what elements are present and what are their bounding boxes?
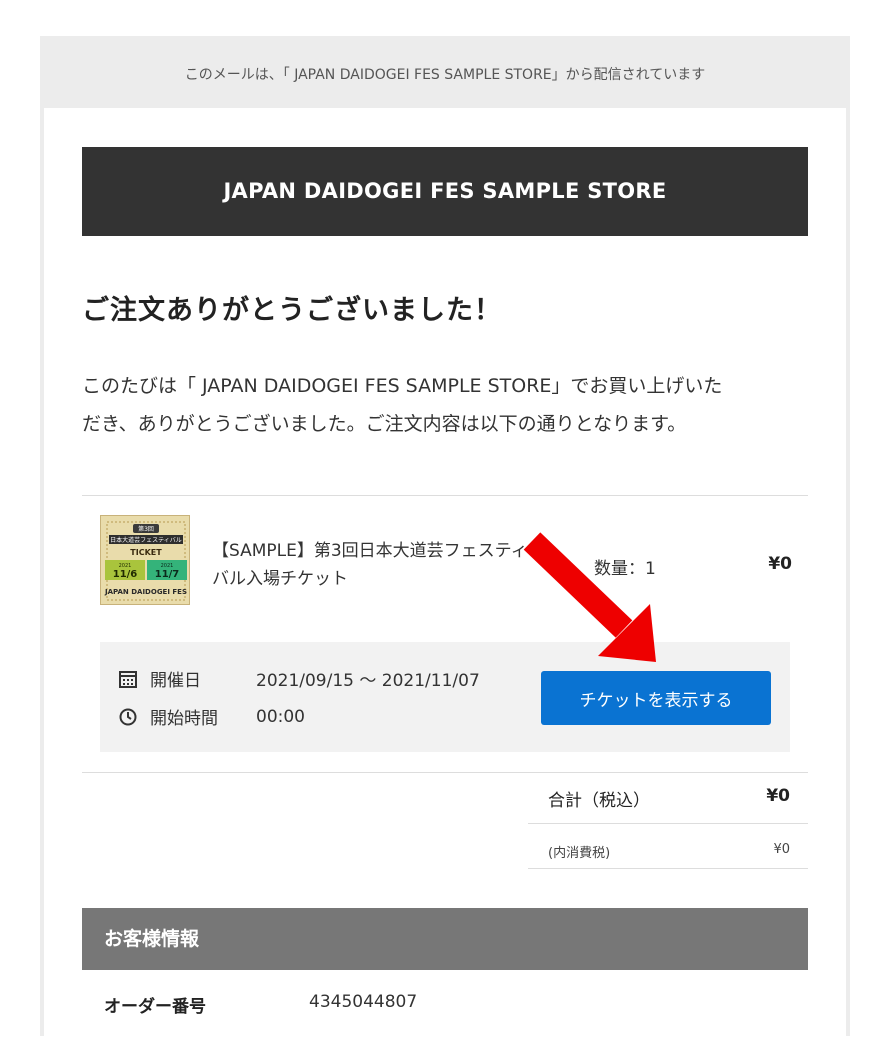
event-info-box: 開催日 2021/09/15 〜 2021/11/07 開始時間 00:00 チ… (100, 642, 790, 752)
event-time-row: 開始時間 00:00 (118, 704, 305, 729)
image-ticket-text: TICKET (130, 548, 162, 557)
event-date-row: 開催日 2021/09/15 〜 2021/11/07 (118, 666, 480, 691)
ticket-image: 第3回 日本大道芸フェスティバル TICKET 2021 11/6 2021 1… (101, 516, 189, 604)
clock-icon (119, 708, 137, 725)
total-value: ¥0 (766, 786, 790, 806)
tax-label: (内消費税) (548, 846, 611, 861)
sender-notice: このメールは、「 JAPAN DAIDOGEI FES SAMPLE STORE… (184, 67, 706, 83)
event-date-label: 開催日 (150, 671, 201, 691)
image-day2: 11/7 (155, 569, 180, 580)
image-festival-text: 日本大道芸フェスティバル (110, 536, 182, 544)
customer-info-header: お客様情報 (82, 908, 808, 970)
image-day1: 11/6 (113, 569, 138, 580)
thanks-message-line1: このたびは「 JAPAN DAIDOGEI FES SAMPLE STORE」で… (82, 375, 723, 397)
tax-value: ¥0 (773, 842, 790, 857)
product-quantity: 数量：1 (594, 559, 656, 579)
thanks-title: ご注文ありがとうございました！ (82, 295, 502, 326)
order-number-row: オーダー番号 4345044807 (104, 992, 417, 1017)
email-frame: このメールは、「 JAPAN DAIDOGEI FES SAMPLE STORE… (40, 36, 850, 1048)
divider (528, 823, 808, 824)
event-time-label: 開始時間 (150, 709, 218, 729)
product-image: 第3回 日本大道芸フェスティバル TICKET 2021 11/6 2021 1… (100, 515, 190, 605)
order-number-label: オーダー番号 (104, 997, 206, 1017)
divider (82, 495, 808, 496)
order-number-value: 4345044807 (309, 992, 418, 1012)
product-price: ¥0 (768, 554, 792, 574)
divider (82, 772, 808, 773)
show-ticket-button[interactable]: チケットを表示する (541, 671, 771, 725)
total-label: 合計（税込） (548, 791, 650, 811)
email-body: JAPAN DAIDOGEI FES SAMPLE STORE ご注文ありがとう… (44, 108, 846, 1048)
event-time-value: 00:00 (256, 706, 305, 727)
image-logo-text: JAPAN DAIDOGEI FES (104, 588, 187, 596)
image-badge-text: 第3回 (138, 525, 154, 533)
calendar-icon (119, 670, 137, 688)
store-header: JAPAN DAIDOGEI FES SAMPLE STORE (82, 147, 808, 236)
thanks-message: このたびは「 JAPAN DAIDOGEI FES SAMPLE STORE」で… (82, 367, 812, 443)
total-row: 合計（税込） ¥0 (528, 786, 808, 811)
divider (528, 868, 808, 869)
thanks-message-line2: だき、ありがとうございました。ご注文内容は以下の通りとなります。 (82, 413, 687, 435)
product-name[interactable]: 【SAMPLE】第3回日本大道芸フェスティバル入場チケット (212, 537, 532, 593)
tax-row: (内消費税) ¥0 (528, 842, 808, 861)
event-date-value: 2021/09/15 〜 2021/11/07 (256, 671, 480, 691)
